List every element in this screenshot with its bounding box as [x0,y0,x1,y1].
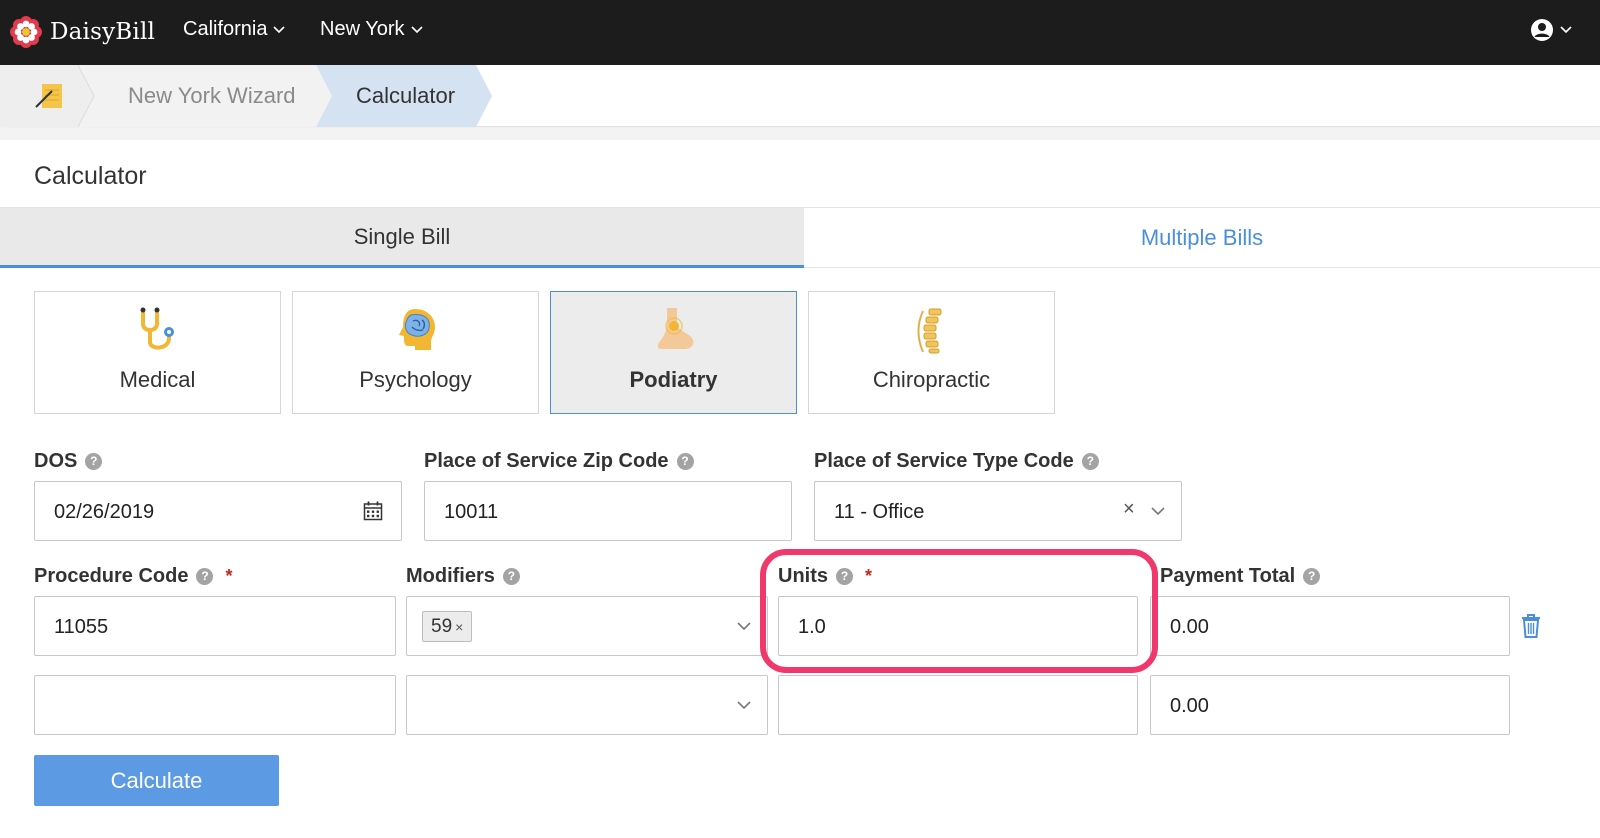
wizard-pencil-icon[interactable] [34,81,66,111]
chevron-down-icon[interactable] [1151,507,1165,516]
help-icon[interactable]: ? [1081,453,1099,470]
calculate-button[interactable]: Calculate [34,755,279,806]
chevron-down-icon [273,25,286,33]
trash-icon[interactable] [1520,613,1542,639]
clear-icon[interactable]: × [1123,498,1135,521]
units-input[interactable] [778,675,1138,735]
brain-icon [398,309,435,350]
specialty-card-psychology[interactable]: Psychology [292,291,539,414]
zip-label-text: Place of Service Zip Code [424,450,669,472]
modifiers-label: Modifiers ? [406,565,520,588]
payment-total-value: 0.00 [1170,695,1209,717]
zip-value: 10011 [444,501,499,523]
procedure-label-text: Procedure Code [34,565,189,587]
modifiers-select[interactable] [406,675,768,735]
payment-total-field: 0.00 [1150,675,1510,735]
pos-type-select[interactable]: 11 - Office × [814,481,1182,541]
breadcrumb: New York Wizard Calculator [0,65,1600,127]
chevron-down-icon [1560,26,1572,34]
chevron-down-icon [410,25,423,33]
help-icon[interactable]: ? [85,453,103,470]
tab-multiple-bills[interactable]: Multiple Bills [804,208,1600,268]
user-menu[interactable] [1530,18,1572,42]
specialty-label: Podiatry [629,367,718,392]
dos-value: 02/26/2019 [54,501,155,523]
tab-single-bill[interactable]: Single Bill [0,208,804,268]
payment-total-field: 0.00 [1150,596,1510,656]
procedure-code-input[interactable] [34,675,396,735]
zip-label: Place of Service Zip Code ? [424,450,694,473]
page-title: Calculator [34,162,147,190]
help-icon[interactable]: ? [502,568,520,585]
pos-type-label: Place of Service Type Code ? [814,450,1099,473]
spine-icon [917,308,941,354]
help-icon[interactable]: ? [676,453,694,470]
procedure-code-value: 11055 [54,616,109,638]
breadcrumb-new-york-wizard[interactable]: New York Wizard [128,83,296,109]
chevron-down-icon[interactable] [737,701,751,710]
required-mark: * [225,566,233,586]
modifiers-label-text: Modifiers [406,565,495,587]
modifier-chip[interactable]: 59 × [422,611,473,642]
specialty-card-chiropractic[interactable]: Chiropractic [808,291,1055,414]
foot-icon [657,308,693,350]
help-icon[interactable]: ? [1303,568,1321,585]
breadcrumb-calculator: Calculator [356,83,456,108]
chip-remove-icon[interactable]: × [455,619,463,635]
pos-type-value: 11 - Office [834,501,925,523]
daisy-flower-icon [10,16,42,48]
bill-tabs: Single Bill Multiple Bills [0,207,1600,268]
chevron-down-icon[interactable] [737,622,751,631]
nav-new-york[interactable]: New York [320,18,423,41]
procedure-code-input[interactable]: 11055 [34,596,396,656]
top-navbar: DaisyBill California New York [0,0,1600,65]
pos-type-label-text: Place of Service Type Code [814,450,1074,472]
app-name: DaisyBill [50,19,156,45]
user-avatar-icon [1531,19,1553,41]
calendar-icon[interactable] [363,501,383,521]
dos-field[interactable]: 02/26/2019 [34,481,402,541]
specialty-label: Psychology [359,367,472,392]
stethoscope-icon [140,307,174,350]
nav-california-label: California [183,18,268,40]
modifiers-select[interactable]: 59 × [406,596,768,656]
specialty-label: Chiropractic [872,367,991,392]
dos-label-text: DOS [34,450,78,472]
zip-field[interactable]: 10011 [424,481,792,541]
help-icon[interactable]: ? [196,568,214,585]
payment-label-text: Payment Total [1160,565,1296,587]
nav-california[interactable]: California [183,18,286,41]
dos-label: DOS ? [34,450,103,473]
specialty-card-medical[interactable]: Medical [34,291,281,414]
modifier-chip-label: 59 [431,615,453,637]
procedure-code-label: Procedure Code ? * [34,565,233,588]
specialty-card-podiatry[interactable]: Podiatry [550,291,797,414]
daisybill-logo[interactable]: DaisyBill [10,14,155,50]
specialty-label: Medical [119,367,196,392]
payment-total-value: 0.00 [1170,616,1209,638]
payment-total-label: Payment Total ? [1160,565,1321,588]
units-highlight-annotation [760,549,1158,673]
divider-band [0,128,1600,140]
nav-new-york-label: New York [320,18,405,40]
